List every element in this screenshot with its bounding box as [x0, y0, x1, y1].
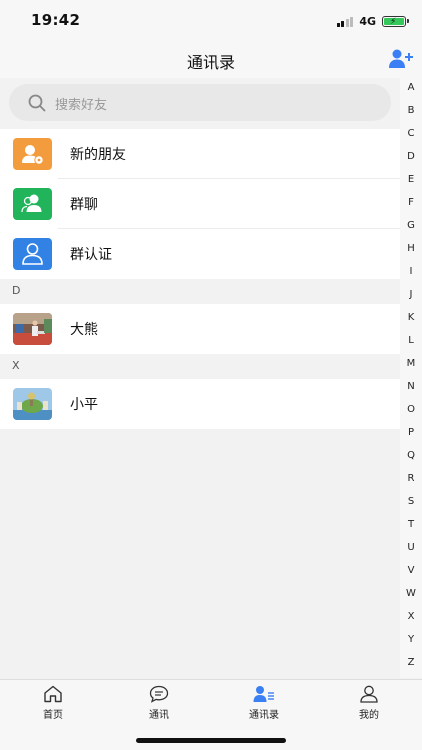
group-verify-item[interactable]: 群认证: [0, 229, 400, 279]
page-title: 通讯录: [186, 53, 235, 72]
section-header-d: D: [0, 279, 400, 304]
index-letter[interactable]: U: [400, 542, 422, 553]
index-letter[interactable]: G: [400, 220, 422, 231]
tab-home[interactable]: 首页: [13, 685, 93, 725]
row-label: 群聊: [70, 197, 98, 213]
tab-label: 通讯: [149, 710, 169, 721]
contact-item[interactable]: 大熊: [0, 304, 400, 354]
status-bar: 19:42 4G ⚡: [0, 0, 422, 42]
section-letter: X: [12, 359, 20, 372]
index-letter[interactable]: W: [400, 588, 422, 599]
chat-bubble-icon: [149, 685, 169, 703]
index-letter[interactable]: P: [400, 427, 422, 438]
new-friends-item[interactable]: 新的朋友: [0, 129, 400, 179]
index-letter[interactable]: N: [400, 381, 422, 392]
tab-label: 首页: [43, 710, 63, 721]
index-letter[interactable]: J: [400, 289, 422, 300]
search-input[interactable]: 搜索好友: [9, 84, 391, 121]
contact-name: 大熊: [70, 322, 98, 338]
index-letter[interactable]: E: [400, 174, 422, 185]
index-letter[interactable]: S: [400, 496, 422, 507]
index-letter[interactable]: K: [400, 312, 422, 323]
contacts-list: 搜索好友 新的朋友 群聊 群认证 D 大熊 X 小平: [0, 78, 422, 679]
tab-contacts[interactable]: 通讯录: [224, 685, 304, 725]
index-letter[interactable]: V: [400, 565, 422, 576]
tab-label: 我的: [359, 710, 379, 721]
index-letter[interactable]: I: [400, 266, 422, 277]
index-letter[interactable]: Y: [400, 634, 422, 645]
index-letter[interactable]: C: [400, 128, 422, 139]
battery-icon: ⚡: [382, 15, 409, 27]
index-letter[interactable]: R: [400, 473, 422, 484]
index-letter[interactable]: L: [400, 335, 422, 346]
avatar: [13, 388, 52, 420]
signal-icon: [336, 16, 354, 27]
index-letter[interactable]: Z: [400, 657, 422, 668]
status-time: 19:42: [31, 11, 81, 29]
tab-label: 通讯录: [249, 710, 279, 721]
network-type: 4G: [359, 14, 376, 28]
search-icon: [28, 94, 46, 112]
status-indicators: 4G ⚡: [336, 13, 409, 29]
alphabet-index[interactable]: A B C D E F G H I J K L M N O P Q R S T …: [400, 78, 422, 678]
contact-item[interactable]: 小平: [0, 379, 400, 429]
group-chat-item[interactable]: 群聊: [0, 179, 400, 229]
home-indicator: [136, 738, 286, 743]
section-letter: D: [12, 284, 21, 297]
index-letter[interactable]: D: [400, 151, 422, 162]
index-letter[interactable]: T: [400, 519, 422, 530]
index-letter[interactable]: A: [400, 82, 422, 93]
index-letter[interactable]: O: [400, 404, 422, 415]
new-friend-icon: [13, 138, 52, 170]
index-letter[interactable]: H: [400, 243, 422, 254]
contacts-icon: [253, 686, 274, 702]
nav-bar: 通讯录: [0, 42, 422, 78]
row-label: 群认证: [70, 247, 112, 263]
section-header-x: X: [0, 354, 400, 379]
contact-name: 小平: [70, 397, 98, 413]
index-letter[interactable]: X: [400, 611, 422, 622]
group-chat-icon: [13, 188, 52, 220]
index-letter[interactable]: F: [400, 197, 422, 208]
tab-profile[interactable]: 我的: [329, 685, 409, 725]
index-letter[interactable]: B: [400, 105, 422, 116]
avatar: [13, 313, 52, 345]
row-label: 新的朋友: [70, 147, 126, 163]
search-placeholder: 搜索好友: [55, 98, 108, 113]
group-verify-icon: [13, 238, 52, 270]
home-icon: [44, 685, 62, 703]
index-letter[interactable]: Q: [400, 450, 422, 461]
profile-icon: [360, 685, 378, 703]
add-friend-icon[interactable]: [388, 48, 414, 70]
index-letter[interactable]: M: [400, 358, 422, 369]
tab-messages[interactable]: 通讯: [119, 685, 199, 725]
